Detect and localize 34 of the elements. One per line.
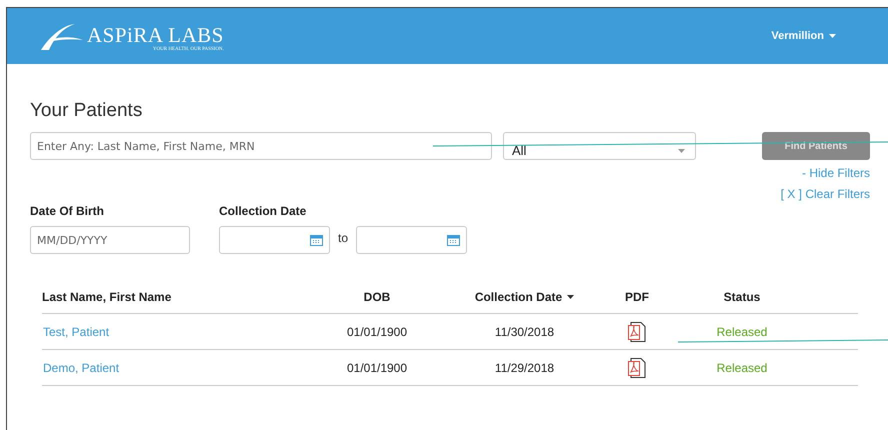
caret-icon bbox=[829, 34, 836, 38]
range-separator: to bbox=[338, 231, 348, 245]
logo-text: ASPiRA LABS bbox=[87, 24, 224, 46]
field-label: Collection Date bbox=[219, 204, 308, 218]
dob-text: 01/01/1900 bbox=[346, 324, 408, 338]
column-header: Status bbox=[724, 290, 760, 304]
column-header: Last Name, First Name bbox=[42, 290, 172, 304]
caret-icon bbox=[678, 148, 685, 152]
search-field[interactable]: Enter Any: Last Name, First Name, MRN bbox=[30, 132, 492, 160]
column-header: DOB bbox=[364, 290, 390, 304]
user-menu[interactable]: Vermillion bbox=[771, 30, 836, 42]
page-title: Your Patients bbox=[30, 100, 144, 122]
pdf-file-icon[interactable] bbox=[627, 356, 647, 378]
date-of-birth-field[interactable]: MM/DD/YYYY bbox=[30, 226, 190, 254]
patient-name-link[interactable]: Test, Patient bbox=[43, 324, 110, 338]
filter-dropdown[interactable]: All bbox=[503, 132, 696, 160]
filter-link[interactable]: [ X ] Clear Filters bbox=[780, 187, 870, 202]
calendar-icon[interactable] bbox=[447, 234, 460, 246]
swoosh-logo-icon bbox=[39, 21, 85, 51]
column-header: PDF bbox=[625, 290, 649, 304]
patient-name-link[interactable]: Demo, Patient bbox=[43, 360, 120, 374]
pdf-file-icon[interactable] bbox=[627, 320, 647, 342]
date-field[interactable] bbox=[219, 226, 330, 254]
field-label: Date Of Birth bbox=[30, 204, 106, 218]
status-text: Released bbox=[716, 324, 768, 338]
collection-date-text: 11/30/2018 bbox=[494, 324, 554, 338]
collection-date-text: 11/29/2018 bbox=[494, 360, 554, 374]
caret-icon bbox=[567, 295, 574, 299]
calendar-icon[interactable] bbox=[310, 234, 323, 246]
date-field[interactable] bbox=[356, 226, 468, 254]
filter-link[interactable]: - Hide Filters bbox=[802, 166, 870, 181]
dob-text: 01/01/1900 bbox=[346, 360, 408, 374]
status-text: Released bbox=[716, 360, 768, 374]
column-header[interactable]: Collection Date bbox=[474, 290, 562, 304]
